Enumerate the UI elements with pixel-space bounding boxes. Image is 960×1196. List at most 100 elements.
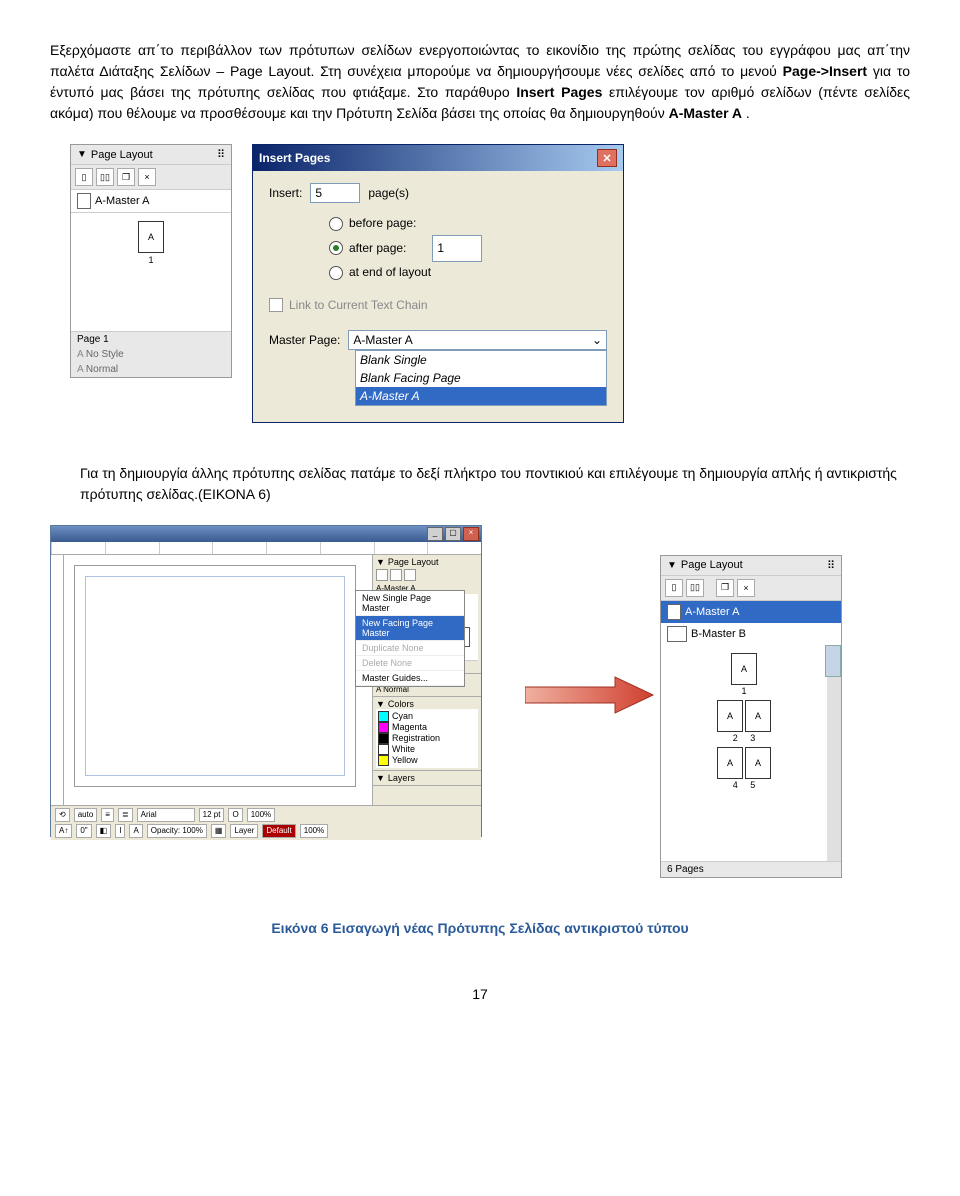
combo-item[interactable]: Blank Facing Page: [356, 369, 606, 387]
color-white[interactable]: White: [378, 744, 476, 755]
panel-header[interactable]: ▼ Page Layout ⠿: [71, 145, 231, 165]
x-field[interactable]: 0": [76, 824, 91, 838]
para1-text-1: Εξερχόμαστε απ΄το περιβάλλον των πρότυπω…: [50, 42, 910, 79]
panel-header[interactable]: ▼ Page Layout ⠿: [661, 556, 841, 576]
document-area[interactable]: [64, 555, 372, 805]
panel-toolbar: ▯ ▯▯ ❐ ×: [661, 576, 841, 601]
panel-title: Page Layout: [91, 149, 153, 161]
ctrl[interactable]: I: [115, 824, 125, 838]
page-num: 1: [731, 686, 757, 696]
minimize-icon[interactable]: _: [427, 527, 443, 541]
ctrl[interactable]: ⟲: [55, 808, 70, 822]
master-b-row[interactable]: B-Master B: [661, 623, 841, 645]
ctrl[interactable]: A↑: [55, 824, 72, 838]
layers-section: ▼ Layers: [373, 771, 481, 786]
color-cyan[interactable]: Cyan: [378, 711, 476, 722]
figure-row-2: _ ▢ × ▼ Page Layout: [50, 525, 910, 895]
color-yellow[interactable]: Yellow: [378, 755, 476, 766]
master-page-row: Master Page: A-Master A ⌄: [269, 330, 607, 350]
ctrl[interactable]: A: [129, 824, 142, 838]
collapse-icon[interactable]: ▼: [667, 560, 677, 571]
para1-bold-1: Page->Insert: [783, 63, 867, 79]
delete-icon[interactable]: ×: [737, 579, 755, 597]
icon[interactable]: [390, 569, 402, 581]
master-a-label: A-Master A: [685, 606, 739, 618]
ctrl[interactable]: O: [228, 808, 242, 822]
close-icon[interactable]: ×: [463, 527, 479, 541]
radio-after[interactable]: after page: 1: [329, 235, 607, 263]
radio-before[interactable]: before page:: [329, 213, 607, 235]
scrollbar-thumb[interactable]: [825, 645, 841, 677]
page-thumb[interactable]: A: [745, 747, 771, 779]
menu-master-guides[interactable]: Master Guides...: [356, 671, 464, 686]
section-header[interactable]: ▼ Colors: [376, 699, 478, 709]
master-page-combo[interactable]: A-Master A ⌄: [348, 330, 607, 350]
pages-status: 6 Pages: [661, 861, 841, 877]
color-magenta[interactable]: Magenta: [378, 722, 476, 733]
menu-new-single[interactable]: New Single Page Master: [356, 591, 464, 616]
combo-item-selected[interactable]: A-Master A: [356, 387, 606, 405]
style-none[interactable]: A No Style: [71, 347, 231, 362]
icon[interactable]: [376, 569, 388, 581]
insert-input[interactable]: 5: [310, 183, 360, 203]
pct-field[interactable]: 100%: [247, 808, 275, 822]
chevron-down-icon[interactable]: ⌄: [592, 333, 602, 347]
link-label: Link to Current Text Chain: [289, 298, 428, 312]
position-radio-group: before page: after page: 1 at end of lay…: [329, 213, 607, 284]
font-combo[interactable]: Arial: [137, 808, 195, 822]
layer-default[interactable]: Default: [262, 824, 295, 838]
ctrl[interactable]: ◧: [96, 824, 112, 838]
close-icon[interactable]: ✕: [597, 149, 617, 167]
page-thumb[interactable]: A: [717, 700, 743, 732]
master-page-icon: [667, 604, 681, 620]
section-header[interactable]: ▼ Page Layout: [376, 557, 478, 567]
menu-new-facing[interactable]: New Facing Page Master: [356, 616, 464, 641]
icon[interactable]: [404, 569, 416, 581]
para1-bold-3: A-Master A: [669, 105, 742, 121]
opacity-field[interactable]: Opacity: 100%: [147, 824, 207, 838]
size-combo[interactable]: 12 pt: [199, 808, 225, 822]
facing-page-icon[interactable]: ▯▯: [686, 579, 704, 597]
duplicate-icon[interactable]: ❐: [117, 168, 135, 186]
color-registration[interactable]: Registration: [378, 733, 476, 744]
duplicate-icon[interactable]: ❐: [716, 579, 734, 597]
menu-duplicate[interactable]: Duplicate None: [356, 641, 464, 656]
panel-grip-icon[interactable]: ⠿: [217, 148, 225, 161]
align-icon[interactable]: ≡: [101, 808, 114, 822]
layer-icon[interactable]: ▦: [211, 824, 227, 838]
facing-page-icon[interactable]: ▯▯: [96, 168, 114, 186]
section-header[interactable]: ▼ Layers: [376, 773, 478, 783]
radio-icon[interactable]: [329, 217, 343, 231]
paragraph-1: Εξερχόμαστε απ΄το περιβάλλον των πρότυπω…: [50, 40, 910, 124]
radio-icon-selected[interactable]: [329, 241, 343, 255]
insert-row: Insert: 5 page(s): [269, 183, 607, 203]
page-thumb[interactable]: A: [717, 747, 743, 779]
window-titlebar[interactable]: _ ▢ ×: [51, 526, 481, 542]
link-checkbox-row[interactable]: Link to Current Text Chain: [269, 298, 607, 312]
single-page-icon[interactable]: ▯: [75, 168, 93, 186]
style-normal[interactable]: A Normal: [71, 362, 231, 377]
delete-icon[interactable]: ×: [138, 168, 156, 186]
pct-field[interactable]: 100%: [300, 824, 328, 838]
combo-item[interactable]: Blank Single: [356, 351, 606, 369]
align-icon[interactable]: ≣: [118, 808, 133, 822]
dialog-titlebar[interactable]: Insert Pages ✕: [253, 145, 623, 171]
single-page-icon[interactable]: ▯: [665, 579, 683, 597]
master-row[interactable]: A-Master A: [71, 190, 231, 212]
auto-field[interactable]: auto: [74, 808, 98, 822]
page-thumb[interactable]: A: [745, 700, 771, 732]
master-a-row[interactable]: A-Master A: [661, 601, 841, 623]
page-thumb[interactable]: A: [731, 653, 757, 685]
context-menu: New Single Page Master New Facing Page M…: [355, 590, 465, 687]
page-thumbnail[interactable]: A: [138, 221, 164, 253]
radio-icon[interactable]: [329, 266, 343, 280]
radio-after-label: after page:: [349, 238, 406, 260]
collapse-icon[interactable]: ▼: [77, 149, 87, 160]
panel-grip-icon[interactable]: ⠿: [827, 559, 835, 572]
radio-end[interactable]: at end of layout: [329, 262, 607, 284]
page-number-input[interactable]: 1: [432, 235, 482, 263]
maximize-icon[interactable]: ▢: [445, 527, 461, 541]
menu-delete[interactable]: Delete None: [356, 656, 464, 671]
pages-label: page(s): [368, 186, 409, 200]
checkbox-icon[interactable]: [269, 298, 283, 312]
